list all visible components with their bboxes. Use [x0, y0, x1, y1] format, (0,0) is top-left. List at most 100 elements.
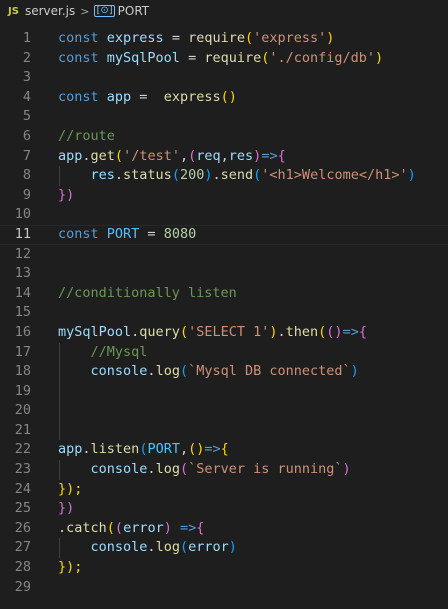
- code-line[interactable]: 8 res.status(200).send('<h1>Welcome</h1>…: [0, 166, 448, 186]
- code-line[interactable]: 10: [0, 205, 448, 225]
- code-token: .: [82, 441, 91, 458]
- code-token: //route: [58, 127, 115, 144]
- code-line[interactable]: 26 .catch((error) =>{: [0, 519, 448, 539]
- code-token: });: [58, 559, 83, 576]
- code-token: }): [58, 186, 75, 203]
- line-number: 23: [14, 461, 31, 478]
- code-token: query: [139, 323, 180, 340]
- code-token: 8080: [163, 225, 197, 242]
- breadcrumb-file[interactable]: server.js: [25, 4, 75, 18]
- code-token: listen: [90, 441, 140, 458]
- code-line[interactable]: 11 const PORT = 8080: [0, 225, 448, 245]
- code-line[interactable]: 15: [0, 303, 448, 323]
- code-token: .: [147, 539, 156, 556]
- code-line[interactable]: 18 console.log(`Mysql DB connected`): [0, 362, 448, 382]
- code-line[interactable]: 5: [0, 107, 448, 127]
- code-token: (: [179, 539, 189, 556]
- javascript-file-icon: JS: [8, 5, 19, 17]
- code-line[interactable]: 28});: [0, 558, 448, 578]
- code-token: const: [58, 30, 99, 46]
- code-token: res: [90, 167, 115, 184]
- code-text: console.log(`Server is running`): [58, 460, 351, 480]
- code-token: .: [277, 323, 286, 340]
- code-text: });: [58, 480, 82, 500]
- code-line[interactable]: 4 const app = express(): [0, 88, 448, 108]
- code-token: (: [179, 323, 189, 340]
- code-text: }): [58, 186, 74, 206]
- line-number: 3: [22, 69, 31, 86]
- line-number: 20: [14, 402, 31, 419]
- code-line[interactable]: 21: [0, 420, 448, 441]
- code-token: app: [106, 88, 132, 105]
- code-token: (: [244, 30, 254, 46]
- code-line[interactable]: 17 //Mysql: [0, 342, 448, 363]
- line-number: 27: [14, 539, 31, 556]
- code-line[interactable]: 16 mySqlPool.query('SELECT 1').then(()=>{: [0, 323, 448, 343]
- code-line[interactable]: 22 app.listen(PORT,()=>{: [0, 440, 448, 460]
- code-area[interactable]: 1 const express = require('express') 2 cons…: [0, 29, 448, 597]
- code-token: ): [204, 167, 213, 184]
- chevron-right-icon: >: [80, 4, 90, 18]
- code-token: {: [277, 147, 286, 164]
- code-line[interactable]: 2 const mySqlPool = require('./config/db'…: [0, 49, 448, 69]
- code-token: //conditionally listen: [58, 284, 237, 301]
- code-token: app: [58, 147, 83, 164]
- line-number: 5: [22, 108, 31, 125]
- code-text: const mySqlPool = require('./config/db'): [58, 49, 383, 69]
- code-line[interactable]: 25}): [0, 499, 448, 519]
- code-line[interactable]: 23 console.log(`Server is running`): [0, 460, 448, 480]
- code-token: =>: [204, 441, 221, 458]
- code-line[interactable]: 29: [0, 578, 448, 598]
- code-token: console: [90, 539, 148, 556]
- code-line[interactable]: 20: [0, 401, 448, 421]
- code-token: {: [358, 323, 367, 340]
- code-line[interactable]: 13: [0, 264, 448, 284]
- line-number: 24: [14, 480, 31, 497]
- line-number: 22: [14, 441, 31, 458]
- code-text: mySqlPool.query('SELECT 1').then(()=>{: [58, 323, 367, 343]
- code-token: '/test': [123, 147, 180, 164]
- code-token: =>: [171, 519, 197, 536]
- code-token: ): [269, 323, 278, 340]
- code-token: .: [147, 461, 156, 478]
- code-token: =: [179, 49, 205, 66]
- code-token: console: [90, 363, 148, 380]
- code-token: ,: [179, 441, 189, 458]
- code-token: mySqlPool: [58, 323, 132, 340]
- code-line[interactable]: 7 app.get('/test',(req,res)=>{: [0, 147, 448, 167]
- code-line[interactable]: 14 //conditionally listen: [0, 284, 448, 304]
- line-number: 29: [14, 578, 31, 595]
- code-token: const: [58, 88, 99, 105]
- code-token: '<h1>Welcome</h1>': [261, 167, 408, 184]
- code-text: //route: [58, 127, 115, 147]
- breadcrumb: JS server.js > [⊙] PORT: [0, 0, 448, 22]
- code-line[interactable]: 6 //route: [0, 127, 448, 147]
- code-line[interactable]: 12: [0, 245, 448, 265]
- code-token: (: [106, 519, 115, 536]
- code-line[interactable]: 9}): [0, 186, 448, 206]
- code-text: }): [58, 499, 74, 519]
- code-token: status: [123, 167, 172, 184]
- code-line[interactable]: 19: [0, 381, 448, 402]
- line-number: 7: [22, 147, 31, 164]
- symbol-constant-icon: [⊙]: [94, 5, 115, 17]
- code-line[interactable]: 1 const express = require('express'): [0, 29, 448, 49]
- line-number: 28: [14, 559, 31, 576]
- code-line[interactable]: 24});: [0, 480, 448, 500]
- code-token: ,: [179, 147, 189, 164]
- code-token: require: [188, 30, 245, 46]
- code-line[interactable]: 3: [0, 68, 448, 88]
- code-token: app: [58, 441, 83, 458]
- line-number: 1: [22, 30, 31, 46]
- code-editor[interactable]: JS server.js > [⊙] PORT 1 const express =…: [0, 0, 448, 609]
- code-line[interactable]: 27 console.log(error): [0, 538, 448, 559]
- code-token: log: [155, 461, 180, 478]
- code-token: const: [58, 49, 99, 66]
- line-number: 17: [14, 343, 31, 360]
- line-number: 14: [14, 284, 31, 301]
- breadcrumb-symbol[interactable]: PORT: [118, 4, 149, 18]
- line-number: 2: [22, 49, 31, 66]
